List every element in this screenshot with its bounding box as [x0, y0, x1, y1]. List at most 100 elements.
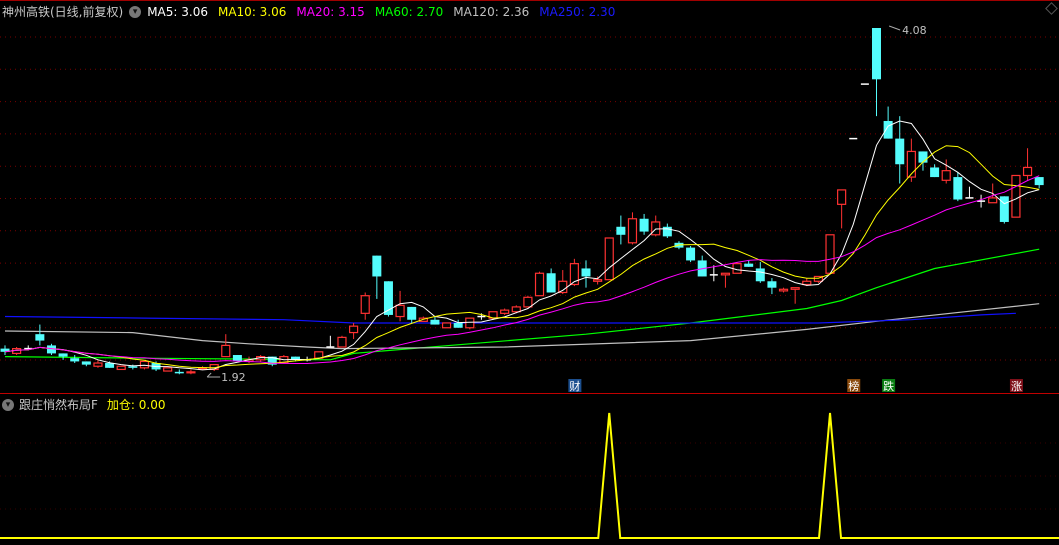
candle[interactable] — [337, 335, 347, 348]
candle[interactable] — [546, 268, 556, 293]
candle[interactable] — [895, 116, 905, 184]
candle[interactable] — [953, 172, 963, 202]
candle[interactable] — [163, 367, 173, 372]
candle[interactable] — [326, 335, 335, 348]
candle[interactable] — [174, 369, 184, 375]
candle[interactable] — [616, 215, 626, 245]
candle[interactable] — [918, 151, 928, 171]
signal-marker[interactable]: 跌 — [882, 379, 896, 393]
candle-body — [802, 280, 812, 286]
candle[interactable] — [837, 189, 847, 229]
candle[interactable] — [35, 324, 45, 346]
candle-body — [744, 263, 754, 267]
candle[interactable] — [941, 159, 951, 184]
low-pointer — [206, 372, 212, 378]
candle-body — [604, 237, 614, 281]
candle-body — [651, 221, 661, 236]
ma10-legend: MA10: 3.06 — [217, 4, 287, 19]
candle-body — [441, 322, 452, 329]
candle-body — [872, 28, 881, 80]
chevron-down-icon[interactable]: ▾ — [129, 5, 142, 18]
candle[interactable] — [1022, 148, 1033, 181]
candle[interactable] — [697, 255, 707, 277]
ma5-label: MA5 — [147, 4, 174, 19]
candle[interactable] — [372, 255, 382, 299]
candle[interactable] — [581, 260, 591, 288]
candle-body — [767, 281, 777, 288]
candle[interactable] — [790, 287, 800, 304]
candle[interactable] — [720, 272, 731, 288]
indicator-value-legend: 加仓: 0.00 — [106, 398, 166, 412]
candle[interactable] — [81, 361, 91, 367]
candle-body — [511, 306, 521, 313]
ma20-label: MA20 — [296, 4, 331, 19]
candle[interactable] — [58, 353, 68, 360]
chart-canvas[interactable]: 4.08 1.92 财 榜 跌 涨 — [0, 0, 1059, 545]
candle[interactable] — [977, 194, 986, 208]
candle-body — [720, 272, 731, 276]
candle[interactable] — [651, 215, 661, 237]
candle[interactable] — [825, 234, 835, 274]
candle[interactable] — [70, 355, 80, 364]
candle[interactable] — [349, 322, 359, 339]
candle[interactable] — [221, 334, 231, 358]
candle-body — [163, 367, 173, 372]
signal-marker[interactable]: 财 — [568, 379, 582, 393]
candle-body — [755, 268, 765, 282]
candle[interactable] — [906, 138, 916, 182]
candle[interactable] — [93, 359, 103, 368]
candle-body — [70, 358, 80, 362]
candle[interactable] — [383, 281, 393, 317]
candle-body — [581, 268, 591, 277]
candle[interactable] — [1011, 174, 1021, 218]
candle[interactable] — [523, 295, 533, 308]
candle[interactable] — [639, 213, 649, 235]
candle[interactable] — [604, 237, 614, 281]
ma20-value: 3.15 — [338, 4, 365, 19]
candle[interactable] — [767, 278, 777, 295]
candle[interactable] — [232, 355, 242, 362]
ma120-label: MA120 — [453, 4, 495, 19]
candle[interactable] — [395, 290, 405, 322]
candle[interactable] — [965, 186, 974, 199]
candle-body — [58, 353, 68, 357]
chevron-down-icon[interactable]: ▾ — [2, 398, 14, 411]
candle[interactable] — [662, 223, 672, 238]
candle-body — [35, 334, 45, 341]
candle[interactable] — [500, 308, 510, 315]
candle-body — [825, 234, 835, 274]
candle-body — [395, 304, 405, 318]
ma60-value: 2.70 — [416, 4, 444, 19]
candle[interactable] — [883, 106, 893, 139]
candle[interactable] — [0, 345, 10, 356]
top-border — [0, 0, 1059, 1]
candle-body — [546, 273, 556, 293]
candle-body — [453, 322, 463, 328]
candle[interactable] — [534, 271, 545, 297]
candle[interactable] — [465, 317, 475, 330]
candle[interactable] — [186, 369, 196, 375]
candle[interactable] — [441, 322, 452, 329]
candle[interactable] — [360, 292, 370, 320]
candle[interactable] — [116, 365, 126, 371]
candle[interactable] — [686, 246, 696, 263]
candle[interactable] — [930, 164, 940, 178]
ma10-label: MA10 — [217, 4, 252, 19]
candle-body — [837, 189, 847, 205]
signal-marker[interactable]: 涨 — [1009, 379, 1023, 393]
ma10-line — [4, 145, 1040, 369]
indicator-value: 0.00 — [138, 398, 166, 412]
candle[interactable] — [407, 306, 417, 323]
candle[interactable] — [627, 212, 638, 245]
panel-divider[interactable] — [0, 393, 1059, 394]
signal-marker[interactable]: 榜 — [847, 379, 861, 393]
candle-body — [186, 371, 196, 374]
candle[interactable] — [732, 262, 742, 274]
candle-body — [232, 355, 242, 362]
candle-body — [128, 366, 138, 368]
candle[interactable] — [1034, 177, 1044, 189]
candle[interactable] — [778, 287, 789, 293]
candle[interactable] — [593, 276, 603, 285]
candle-body — [1034, 177, 1044, 186]
candle[interactable] — [872, 28, 881, 117]
